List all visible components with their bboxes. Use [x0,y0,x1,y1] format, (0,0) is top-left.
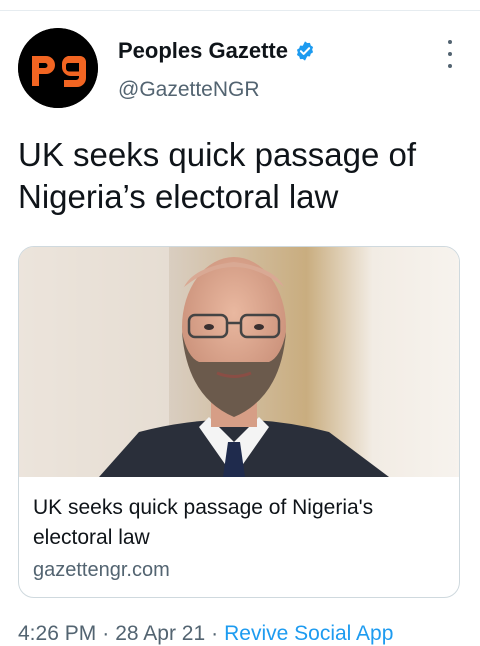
tweet-date[interactable]: 28 Apr 21 [115,622,205,645]
verified-badge-icon [294,40,316,62]
top-divider [0,0,480,11]
card-title[interactable]: UK seeks quick passage of Nigeria's elec… [33,493,443,553]
tweet-time[interactable]: 4:26 PM [18,622,96,645]
card-domain[interactable]: gazettengr.com [33,559,170,582]
more-dot [448,40,452,44]
avatar[interactable] [18,28,98,108]
source-app-link[interactable]: Revive Social App [224,622,393,645]
meta-separator: · [102,622,110,645]
account-handle[interactable]: @GazetteNGR [118,78,260,102]
peoples-gazette-logo-icon [18,28,98,108]
portrait-photo [19,247,459,477]
card-image[interactable] [19,247,459,477]
more-options-icon[interactable] [440,40,460,68]
more-dot [448,64,452,68]
tweet-metadata: 4:26 PM · 28 Apr 21 · Revive Social App [18,622,393,646]
account-name[interactable]: Peoples Gazette [118,38,288,64]
account-name-row: Peoples Gazette [118,38,316,64]
link-preview-card[interactable]: UK seeks quick passage of Nigeria's elec… [18,246,460,598]
more-dot [448,52,452,56]
tweet-text: UK seeks quick passage of Nigeria’s elec… [18,136,417,215]
meta-separator: · [211,622,219,645]
